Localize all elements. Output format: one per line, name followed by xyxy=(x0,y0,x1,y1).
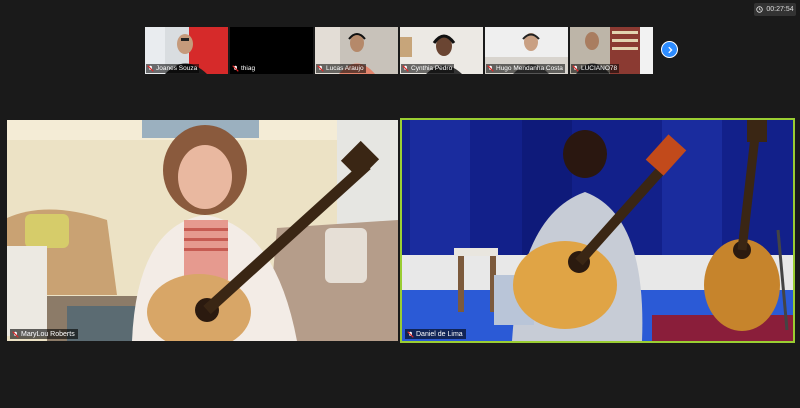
meeting-timer: 00:27:54 xyxy=(754,3,796,16)
participant-tile[interactable]: thiag xyxy=(230,27,313,74)
mic-muted-icon xyxy=(12,330,19,338)
participant-tile[interactable]: Hugo Mendanha Costa xyxy=(485,27,568,74)
participant-video xyxy=(7,120,398,341)
participant-name-tag: LUCIANO78 xyxy=(571,64,620,73)
participant-name-tag: Joanes Souza xyxy=(146,64,200,73)
mic-muted-icon xyxy=(147,65,154,72)
mic-muted-icon xyxy=(487,65,494,72)
participant-video-tile[interactable]: MaryLou Roberts xyxy=(7,120,398,341)
next-page-button[interactable] xyxy=(661,41,678,58)
mic-muted-icon xyxy=(407,330,414,338)
participant-tile[interactable]: Cynthia Pedro xyxy=(400,27,483,74)
participant-video xyxy=(402,120,793,341)
mic-muted-icon xyxy=(232,65,239,72)
participant-name-tag: MaryLou Roberts xyxy=(10,329,78,339)
timer-text: 00:27:54 xyxy=(766,6,794,13)
chevron-right-icon xyxy=(667,46,673,53)
participant-name-tag: Daniel de Lima xyxy=(405,329,466,339)
mic-muted-icon xyxy=(402,65,409,72)
active-speaker-video-tile[interactable]: Daniel de Lima xyxy=(400,118,795,343)
participant-name-tag: Hugo Mendanha Costa xyxy=(486,64,565,73)
participant-name-tag: Lucas Araujo xyxy=(316,64,366,73)
mic-muted-icon xyxy=(317,65,324,72)
participant-tile[interactable]: LUCIANO78 xyxy=(570,27,653,74)
participant-name-tag: thiag xyxy=(231,64,258,73)
participant-tile[interactable]: Joanes Souza xyxy=(145,27,228,74)
participant-tile[interactable]: Lucas Araujo xyxy=(315,27,398,74)
participant-name-tag: Cynthia Pedro xyxy=(401,64,455,73)
mic-muted-icon xyxy=(572,65,579,72)
clock-icon xyxy=(756,6,764,13)
